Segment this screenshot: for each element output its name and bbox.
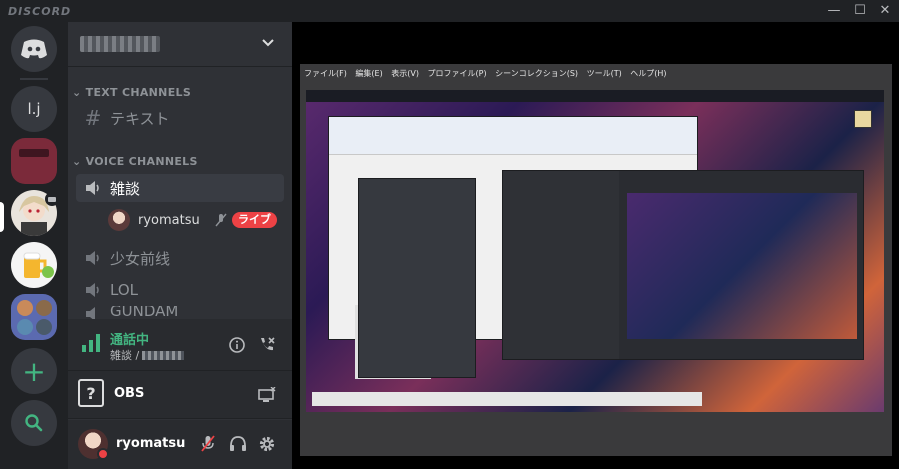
- screen-share-stop-icon: [258, 387, 276, 402]
- stream-source-row: ? OBS: [68, 371, 292, 419]
- voice-connected-panel: 通話中 雑談 /: [68, 319, 292, 371]
- stream-source-title: OBS: [114, 386, 145, 401]
- user-panel: ryomatsu: [68, 420, 292, 469]
- close-button[interactable]: ✕: [873, 2, 897, 20]
- speaker-icon: [86, 283, 99, 297]
- captured-ribbon: [329, 117, 697, 155]
- voice-channel-item[interactable]: GUNDAM: [76, 306, 284, 320]
- discord-logo-icon: [21, 39, 47, 59]
- voice-channel-item[interactable]: LOL: [76, 276, 284, 304]
- rail-divider: [20, 78, 48, 80]
- dnd-status-icon: [97, 448, 109, 460]
- user-name: ryomatsu: [116, 436, 186, 451]
- folder-grid: [16, 299, 52, 335]
- beer-icon: [23, 252, 54, 278]
- voice-location[interactable]: 雑談 /: [110, 347, 185, 363]
- speaker-icon: [86, 251, 99, 265]
- connection-info-button[interactable]: [226, 334, 248, 356]
- member-name: ryomatsu: [138, 212, 200, 228]
- guild-name-redacted: [80, 36, 160, 52]
- voice-member-row[interactable]: ryomatsu ライブ: [108, 208, 284, 232]
- folder-thumb: [16, 318, 33, 335]
- captured-discord-window: [502, 170, 864, 360]
- folder-thumb: [16, 299, 33, 316]
- app-brand: DISCORD: [8, 5, 72, 18]
- hashtag-icon: #: [84, 106, 102, 130]
- captured-status-bar: [312, 392, 702, 406]
- streaming-badge: [45, 192, 59, 206]
- member-avatar: [108, 209, 130, 231]
- text-channels-category[interactable]: ⌄ TEXT CHANNELS: [72, 86, 191, 99]
- menu-item: シーンコレクション(S): [495, 69, 579, 78]
- home-button[interactable]: [11, 26, 57, 72]
- channel-name: LOL: [110, 281, 138, 299]
- menu-item: 表示(V): [391, 69, 419, 78]
- guild-header[interactable]: [68, 22, 292, 67]
- chevron-down-icon: [262, 39, 274, 47]
- category-label: TEXT CHANNELS: [85, 86, 192, 99]
- menu-item: ヘルプ(H): [630, 69, 667, 78]
- stop-streaming-button[interactable]: [256, 384, 278, 406]
- search-icon: [25, 414, 43, 432]
- redacted-server-name: [142, 350, 185, 360]
- channel-sidebar: ⌄ TEXT CHANNELS # テキスト ⌄ VOICE CHANNELS …: [68, 22, 292, 469]
- muted-mic-icon: [201, 435, 215, 452]
- user-settings-button[interactable]: [256, 433, 278, 455]
- menu-item: 編集(E): [355, 69, 383, 78]
- signal-bars-icon: [82, 334, 100, 352]
- speaker-icon: [86, 181, 99, 195]
- nested-stream: [627, 193, 857, 339]
- text-channel-item[interactable]: # テキスト: [76, 104, 284, 132]
- folder-thumb: [35, 299, 52, 316]
- server-folder-button[interactable]: [11, 294, 57, 340]
- mute-button[interactable]: [197, 433, 219, 455]
- category-chevron-icon: ⌄: [72, 86, 86, 99]
- add-server-button[interactable]: +: [11, 348, 57, 394]
- voice-channel-item[interactable]: 雑談: [76, 174, 284, 202]
- menu-item: ファイル(F): [304, 69, 347, 78]
- nested-sidebar: [503, 171, 619, 359]
- stream-view[interactable]: ファイル(F) 編集(E) 表示(V) プロファイル(P) シーンコレクション(…: [292, 22, 899, 469]
- server-icon-art: [19, 149, 49, 157]
- disconnect-button[interactable]: [256, 334, 278, 356]
- title-bar: DISCORD — ☐ ✕: [0, 0, 899, 22]
- channel-name: 少女前线: [110, 249, 171, 268]
- minimize-button[interactable]: —: [822, 2, 846, 20]
- server-beer-button[interactable]: [11, 242, 57, 288]
- deafen-button[interactable]: [227, 433, 249, 455]
- menu-item: ツール(T): [586, 69, 622, 78]
- channel-name: 雑談: [110, 179, 141, 198]
- live-badge: ライブ: [232, 212, 277, 228]
- category-label: VOICE CHANNELS: [85, 155, 198, 168]
- menu-item: プロファイル(P): [427, 69, 487, 78]
- channel-name: テキスト: [110, 109, 170, 128]
- maximize-button[interactable]: ☐: [848, 2, 872, 20]
- desktop-shortcut-icon: [854, 110, 872, 128]
- info-icon: [229, 337, 245, 353]
- captured-taskbar: [306, 90, 884, 102]
- explore-button[interactable]: [11, 400, 57, 446]
- category-chevron-icon: ⌄: [72, 155, 86, 168]
- server-maroon-button[interactable]: [11, 138, 57, 184]
- active-server-pill: [0, 202, 4, 232]
- voice-status: 通話中: [110, 333, 150, 348]
- voice-location-text: 雑談 /: [110, 349, 140, 362]
- folder-thumb: [35, 318, 52, 335]
- voice-channels-category[interactable]: ⌄ VOICE CHANNELS: [72, 155, 198, 168]
- server-rail: l.j +: [0, 22, 68, 469]
- muted-mic-icon: [215, 213, 227, 227]
- captured-desktop: [306, 90, 884, 412]
- captured-discord-sidebar-1: [358, 178, 476, 378]
- speaker-icon: [86, 307, 95, 320]
- camera-icon: [48, 196, 56, 202]
- channel-name: GUNDAM: [110, 306, 179, 320]
- unknown-app-icon: ?: [78, 379, 104, 407]
- headphones-icon: [230, 436, 246, 451]
- voice-channel-item[interactable]: 少女前线: [76, 244, 284, 272]
- server-lj-button[interactable]: l.j: [11, 86, 57, 132]
- gear-icon: [259, 436, 275, 452]
- plus-icon: +: [22, 354, 46, 388]
- obs-menu-bar: ファイル(F) 編集(E) 表示(V) プロファイル(P) シーンコレクション(…: [304, 68, 673, 79]
- phone-hangup-icon: [261, 337, 275, 351]
